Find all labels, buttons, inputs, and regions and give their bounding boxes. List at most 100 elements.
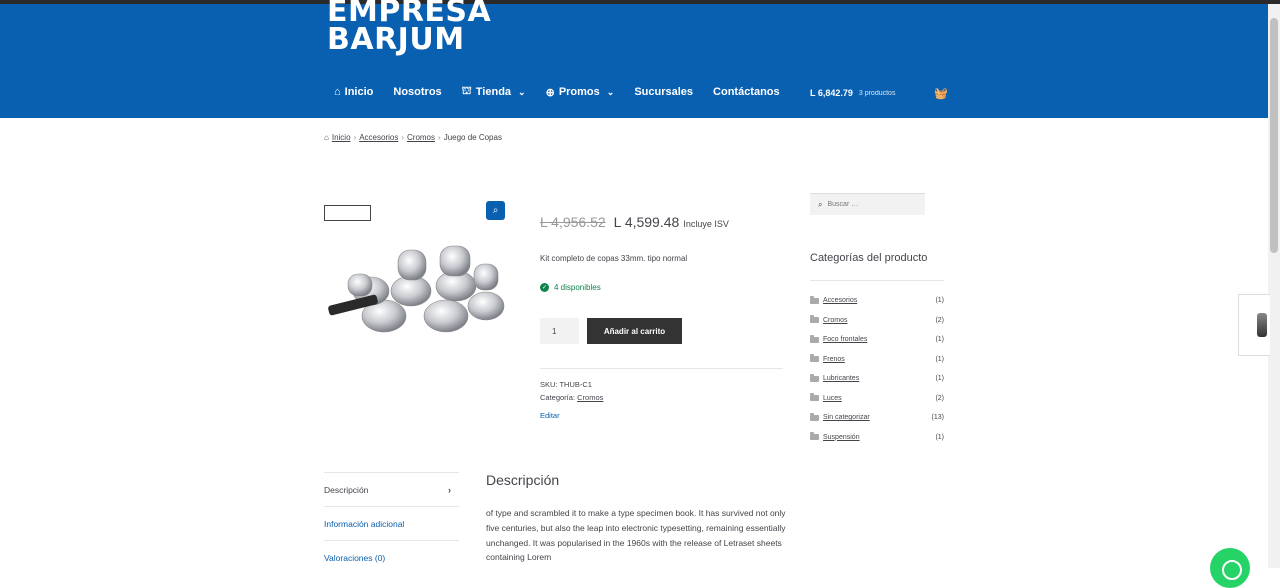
list-item[interactable]: Frenos (1) (810, 350, 944, 370)
product-thumbnail (1257, 313, 1267, 337)
breadcrumb-separator: › (438, 133, 441, 142)
list-item[interactable]: Foco frontales (1) (810, 330, 944, 350)
category-count: (13) (931, 414, 944, 422)
sku-row: SKU: THUB-C1 (540, 378, 603, 391)
list-item[interactable]: Luces (2) (810, 389, 944, 409)
nav-item-label: Sucursales (634, 86, 694, 98)
site-logo[interactable]: EMPRESA BARJUM (327, 0, 491, 57)
breadcrumb-link-inicio[interactable]: Inicio (332, 133, 351, 142)
folder-icon (810, 354, 819, 363)
add-to-cart-button[interactable]: Añadir al carrito (587, 318, 682, 344)
basket-icon[interactable]: 🧺 (934, 87, 948, 100)
category-row: Categoría: Cromos (540, 391, 603, 404)
category-list: Accesorios (1) Cromos (2) Foco frontales… (810, 291, 944, 447)
plus-circle-icon: ⊕ (545, 86, 555, 99)
tab-informacion-adicional[interactable]: Información adicional (324, 506, 459, 540)
category-count: (1) (935, 375, 944, 383)
zoom-button[interactable]: ⌕ (486, 201, 505, 220)
nav-item-inicio[interactable]: ⌂ Inicio (334, 86, 373, 98)
list-item[interactable]: Cromos (2) (810, 311, 944, 331)
floating-product-widget[interactable] (1238, 294, 1270, 356)
cart-count: 3 productos (858, 89, 896, 97)
scrollbar-thumb[interactable] (1270, 18, 1278, 253)
nav-item-promos[interactable]: ⊕ Promos ⌄ (546, 86, 615, 99)
category-name[interactable]: Foco frontales (823, 336, 935, 343)
whatsapp-chat-button[interactable] (1210, 548, 1250, 588)
tab-valoraciones[interactable]: Valoraciones (0) (324, 540, 459, 574)
breadcrumb-separator: › (401, 133, 404, 142)
old-price: L 4,956.52 (540, 214, 606, 230)
zoom-icon: ⌕ (492, 205, 499, 216)
nav-item-tienda[interactable]: ⛫ Tienda ⌄ (462, 85, 526, 99)
main-nav: ⌂ Inicio Nosotros ⛫ Tienda ⌄ ⊕ Promos ⌄ … (334, 85, 800, 99)
list-item[interactable]: Sin categorizar (13) (810, 408, 944, 428)
stock-text: 4 disponibles (554, 283, 601, 292)
category-count: (1) (935, 433, 944, 441)
category-name[interactable]: Lubricantes (823, 375, 935, 382)
category-link[interactable]: Cromos (577, 393, 603, 402)
category-count: (1) (935, 355, 944, 363)
product-meta: SKU: THUB-C1 Categoría: Cromos (540, 378, 603, 404)
category-name[interactable]: Cromos (823, 317, 935, 324)
list-item[interactable]: Suspensión (1) (810, 428, 944, 448)
chevron-down-icon: ⌄ (606, 86, 615, 97)
product-price: L 4,956.52 L 4,599.48 Incluye ISV (540, 214, 729, 230)
category-count: (2) (935, 316, 944, 324)
breadcrumb-separator: › (353, 133, 357, 142)
folder-icon (810, 393, 819, 402)
tab-label: Información adicional (324, 518, 405, 529)
tab-label: Descripción (324, 484, 369, 495)
store-icon: ⛫ (461, 85, 472, 97)
cart-amount: L 6,842.79 (810, 88, 853, 98)
sku-value: THUB-C1 (559, 380, 592, 389)
search-input[interactable]: ⌕ Buscar … (810, 193, 925, 215)
folder-icon (810, 373, 819, 382)
search-icon: ⌕ (818, 199, 823, 209)
nav-item-label: Inicio (344, 86, 374, 98)
edit-link[interactable]: Editar (540, 411, 560, 420)
description-title: Descripción (486, 472, 560, 488)
quantity-input[interactable] (540, 318, 579, 344)
home-icon: ⌂ (324, 133, 329, 142)
divider (810, 280, 944, 281)
nav-item-label: Promos (558, 86, 600, 98)
sku-label: SKU: (540, 380, 558, 389)
breadcrumb-link-cromos[interactable]: Cromos (407, 133, 435, 142)
folder-icon (810, 432, 819, 441)
header-cart[interactable]: L 6,842.79 3 productos 🧺 (810, 88, 948, 100)
product-tabs: Descripción › Información adicional Valo… (324, 472, 459, 574)
category-count: (1) (935, 297, 944, 305)
tax-note: Incluye ISV (683, 219, 729, 229)
categories-title: Categorías del producto (810, 252, 928, 264)
site-header: EMPRESA BARJUM ⌂ Inicio Nosotros ⛫ Tiend… (0, 0, 1268, 118)
category-name[interactable]: Accesorios (823, 297, 935, 304)
breadcrumb-current: Juego de Copas (443, 133, 502, 142)
nav-item-label: Nosotros (393, 86, 442, 98)
nav-item-nosotros[interactable]: Nosotros (393, 86, 441, 98)
list-item[interactable]: Lubricantes (1) (810, 369, 944, 389)
product-short-description: Kit completo de copas 33mm. tipo normal (540, 254, 688, 263)
product-image[interactable] (326, 236, 511, 341)
nav-item-sucursales[interactable]: Sucursales (634, 86, 693, 98)
category-label: Categoría: (540, 393, 576, 402)
list-item[interactable]: Accesorios (1) (810, 291, 944, 311)
stock-status: ✓ 4 disponibles (540, 283, 601, 292)
category-count: (2) (935, 394, 944, 402)
nav-item-label: Contáctanos (713, 86, 780, 98)
breadcrumb-link-accesorios[interactable]: Accesorios (359, 133, 398, 142)
nav-item-label: Tienda (475, 86, 512, 98)
breadcrumb: ⌂ Inicio › Accesorios › Cromos › Juego d… (324, 133, 502, 142)
nav-item-contactanos[interactable]: Contáctanos (713, 86, 780, 98)
category-name[interactable]: Frenos (823, 356, 935, 363)
tab-descripcion[interactable]: Descripción › (324, 472, 459, 506)
category-name[interactable]: Sin categorizar (823, 414, 932, 421)
description-body: of type and scrambled it to make a type … (486, 508, 786, 563)
folder-icon (810, 295, 819, 304)
chevron-right-icon: › (448, 484, 451, 495)
folder-icon (810, 412, 819, 421)
logo-line-2: BARJUM (327, 22, 465, 57)
tab-label: Valoraciones (0) (324, 552, 386, 563)
category-name[interactable]: Suspensión (823, 434, 935, 441)
divider (540, 368, 783, 369)
category-name[interactable]: Luces (823, 395, 935, 402)
